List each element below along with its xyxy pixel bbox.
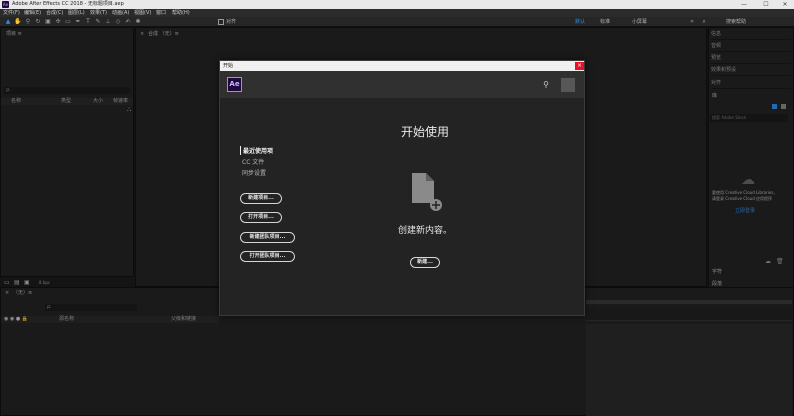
- eraser-tool-icon[interactable]: ◇: [114, 18, 122, 26]
- puppet-tool-icon[interactable]: ✱: [134, 18, 142, 26]
- new-project-button[interactable]: 新建项目...: [240, 193, 282, 204]
- search-icon[interactable]: ⚲: [541, 80, 551, 90]
- workspace-small-screen[interactable]: 小屏幕: [632, 17, 647, 27]
- pen-tool-icon[interactable]: ✒: [74, 18, 82, 26]
- window-title: Adobe After Effects CC 2018 - 无标题项目.aep: [12, 1, 124, 7]
- nav-recent[interactable]: 最近使用项: [240, 146, 273, 155]
- nav-cc-files[interactable]: CC 文件: [242, 157, 264, 166]
- hand-tool-icon[interactable]: ✋: [14, 18, 22, 26]
- type-tool-icon[interactable]: T: [84, 18, 92, 26]
- start-dialog: 开始 × Ae ⚲ 开始使用 最近使用项 CC 文件 同步设置 新建项目... …: [219, 60, 585, 316]
- new-file-icon: [412, 173, 442, 211]
- create-new-button[interactable]: 新建...: [410, 257, 440, 268]
- roto-brush-tool-icon[interactable]: ✍: [124, 18, 132, 26]
- camera-tool-icon[interactable]: ▣: [44, 18, 52, 26]
- create-new-text: 创建新内容。: [397, 226, 452, 236]
- menu-window[interactable]: 窗口: [156, 9, 166, 17]
- search-help[interactable]: 搜索帮助: [726, 17, 746, 27]
- zoom-tool-icon[interactable]: ⚲: [24, 18, 32, 26]
- ae-logo: Ae: [227, 77, 242, 92]
- open-project-button[interactable]: 打开项目...: [240, 212, 282, 223]
- menu-composition[interactable]: 合成(C): [46, 9, 63, 17]
- selection-tool-icon[interactable]: ▲: [4, 18, 12, 26]
- menu-effect[interactable]: 效果(T): [90, 9, 107, 17]
- avatar[interactable]: [561, 78, 575, 92]
- new-team-project-button[interactable]: 新建团队项目...: [240, 232, 295, 243]
- app-icon: Ae: [2, 1, 9, 8]
- brush-tool-icon[interactable]: ✎: [94, 18, 102, 26]
- menu-file[interactable]: 文件(F): [3, 9, 20, 17]
- workspace-standard[interactable]: 标准: [600, 17, 610, 27]
- dialog-header: Ae ⚲: [220, 71, 584, 98]
- dialog-close-button[interactable]: ×: [575, 62, 584, 70]
- workspace-more-icon[interactable]: »: [688, 18, 696, 26]
- workspace-default[interactable]: 默认: [575, 17, 585, 27]
- maximize-button[interactable]: ☐: [756, 0, 776, 9]
- pan-behind-tool-icon[interactable]: ✣: [54, 18, 62, 26]
- open-team-project-button[interactable]: 打开团队项目...: [240, 251, 295, 262]
- search-icon[interactable]: ⌕: [700, 18, 708, 26]
- rotate-tool-icon[interactable]: ↻: [34, 18, 42, 26]
- menu-view[interactable]: 视图(V): [134, 9, 151, 17]
- rectangle-tool-icon[interactable]: ▭: [64, 18, 72, 26]
- menu-animation[interactable]: 动画(A): [112, 9, 129, 17]
- minimize-button[interactable]: —: [734, 0, 754, 9]
- menu-edit[interactable]: 编辑(E): [24, 9, 41, 17]
- menu-layer[interactable]: 图层(L): [68, 9, 85, 17]
- menu-bar: 文件(F) 编辑(E) 合成(C) 图层(L) 效果(T) 动画(A) 视图(V) 窗口 帮助(…: [0, 9, 794, 17]
- dialog-title: 开始: [220, 61, 584, 71]
- snap-label: 对齐: [226, 19, 237, 25]
- window-close-button[interactable]: ✕: [775, 0, 794, 9]
- menu-help[interactable]: 帮助(H): [172, 9, 190, 17]
- nav-sync-settings[interactable]: 同步设置: [242, 168, 266, 177]
- window-titlebar: Ae Adobe After Effects CC 2018 - 无标题项目.a…: [0, 0, 794, 9]
- page-title: 开始使用: [400, 125, 449, 139]
- snap-checkbox[interactable]: [218, 19, 224, 25]
- clone-stamp-tool-icon[interactable]: ⊥: [104, 18, 112, 26]
- tools-toolbar: ▲ ✋ ⚲ ↻ ▣ ✣ ▭ ✒ T ✎ ⊥ ◇ ✍ ✱ 对齐 默认 标准 小屏幕…: [0, 17, 794, 27]
